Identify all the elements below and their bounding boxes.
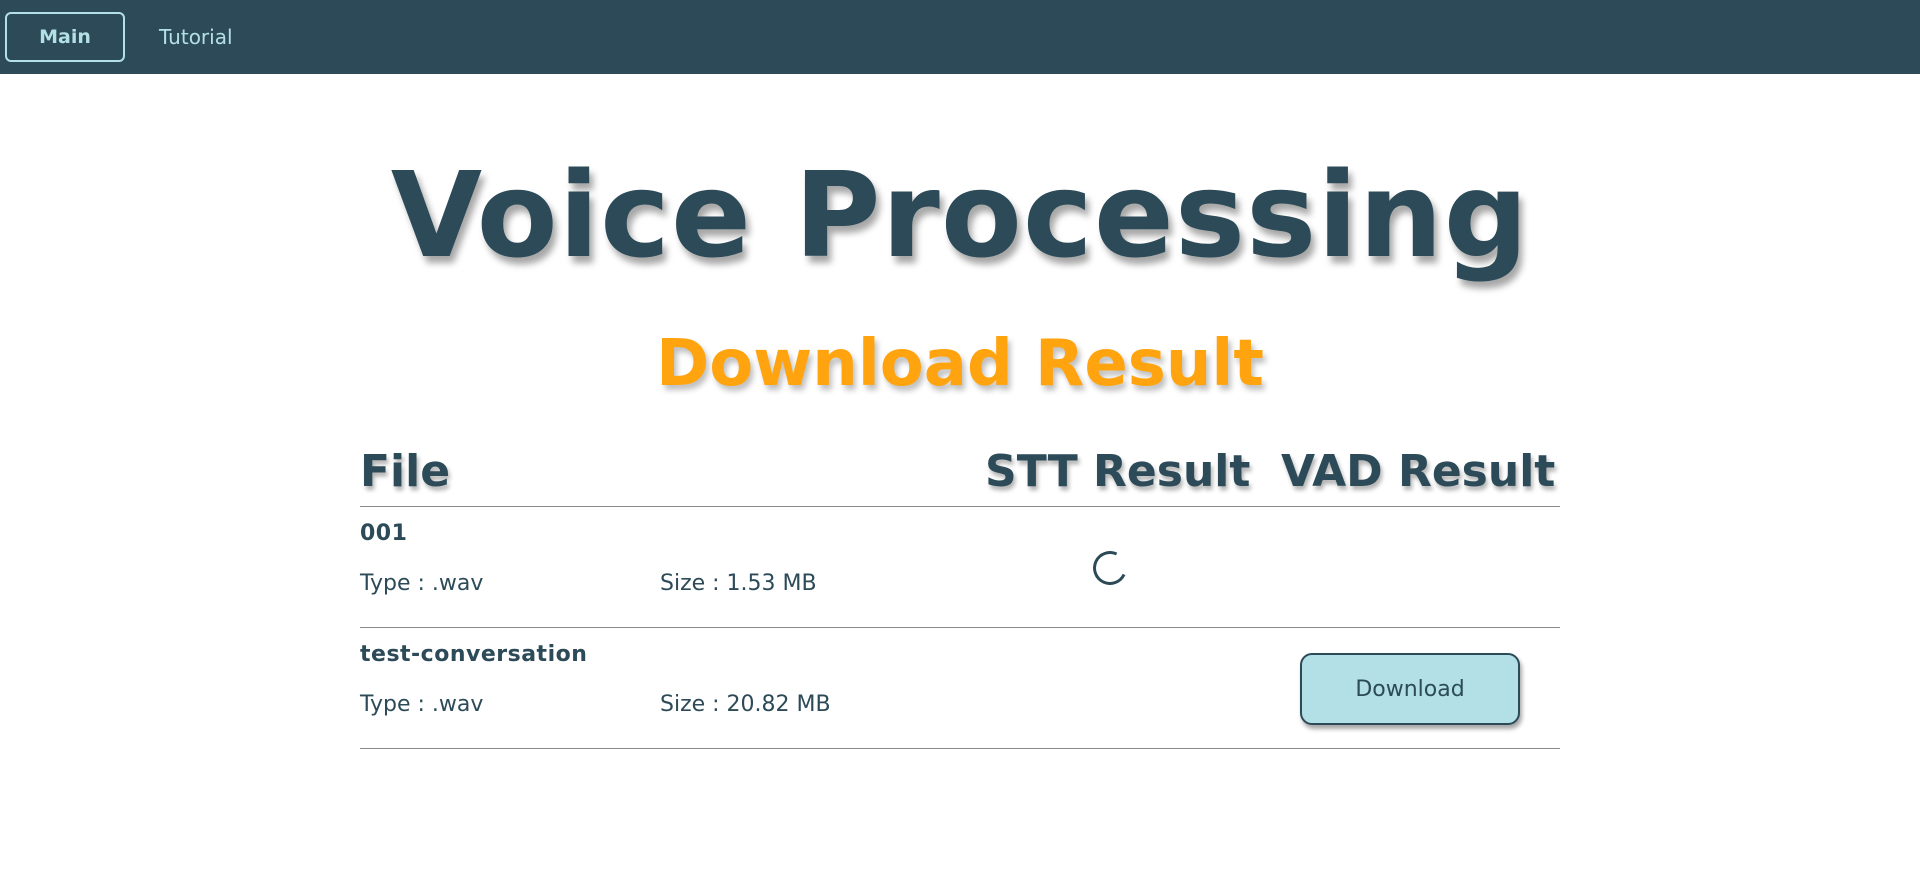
- header-file: File: [360, 446, 451, 497]
- header-vad-result: VAD Result: [1281, 446, 1556, 497]
- top-navbar: Main Tutorial: [0, 0, 1920, 74]
- file-size: Size : 1.53 MB: [660, 571, 817, 596]
- table-row: 001 Type : .wav Size : 1.53 MB: [360, 507, 1560, 628]
- header-stt-result: STT Result: [985, 446, 1251, 497]
- table-header: File STT Result VAD Result: [360, 440, 1560, 507]
- vad-download-button[interactable]: Download: [1300, 653, 1520, 725]
- file-size: Size : 20.82 MB: [660, 692, 831, 717]
- page-title: Voice Processing: [390, 146, 1530, 284]
- table-row: test-conversation Type : .wav Size : 20.…: [360, 628, 1560, 749]
- file-type: Type : .wav: [360, 692, 484, 717]
- file-name: 001: [360, 521, 408, 546]
- file-name: test-conversation: [360, 642, 588, 667]
- file-type: Type : .wav: [360, 571, 484, 596]
- page-subtitle: Download Result: [656, 327, 1264, 401]
- nav-main-button[interactable]: Main: [5, 12, 125, 62]
- results-table: File STT Result VAD Result 001 Type : .w…: [360, 440, 1560, 749]
- loading-spinner-icon: [1088, 546, 1132, 590]
- nav-tutorial-link[interactable]: Tutorial: [159, 12, 233, 62]
